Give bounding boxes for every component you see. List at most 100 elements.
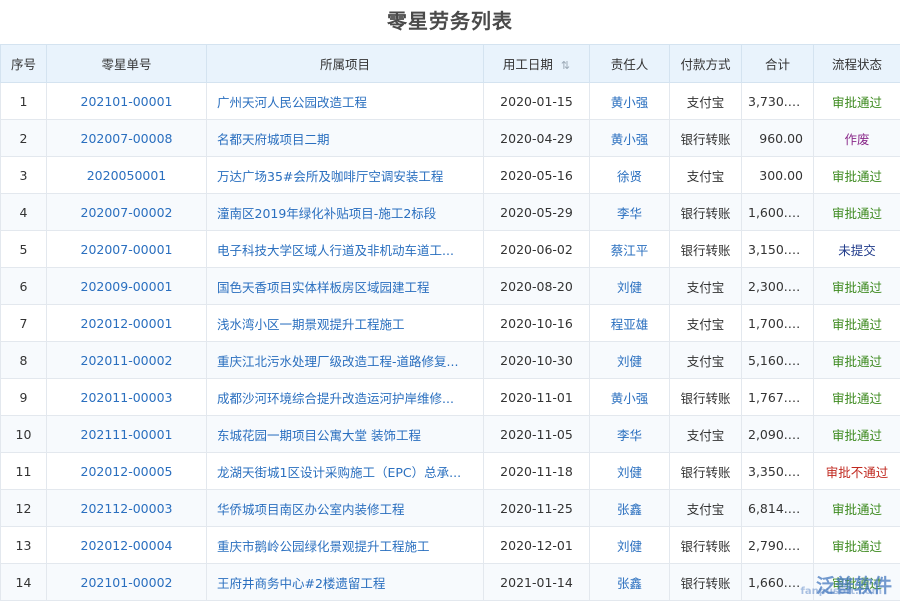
col-header-pay[interactable]: 付款方式 (670, 45, 742, 83)
cell-total: 300.00 (742, 157, 814, 194)
cell-project-link[interactable]: 浅水湾小区一期景观提升工程施工 (207, 305, 484, 342)
col-header-person[interactable]: 责任人 (590, 45, 670, 83)
col-header-date-label: 用工日期 (503, 57, 553, 72)
cell-pay: 银行转账 (670, 527, 742, 564)
cell-no: 13 (1, 527, 47, 564)
cell-status: 审批不通过 (814, 453, 900, 490)
cell-person[interactable]: 张鑫 (590, 564, 670, 601)
cell-code-link[interactable]: 202012-00001 (47, 305, 207, 342)
table-row[interactable]: 8202011-00002重庆江北污水处理厂级改造工程-道路修复...2020-… (1, 342, 900, 379)
cell-code-link[interactable]: 202101-00001 (47, 83, 207, 120)
cell-date: 2020-10-16 (484, 305, 590, 342)
table-body: 1202101-00001广州天河人民公园改造工程2020-01-15黄小强支付… (1, 83, 900, 601)
cell-project-link[interactable]: 华侨城项目南区办公室内装修工程 (207, 490, 484, 527)
cell-code-link[interactable]: 202012-00005 (47, 453, 207, 490)
cell-code-link[interactable]: 202009-00001 (47, 268, 207, 305)
cell-total: 3,730.00 (742, 83, 814, 120)
table-row[interactable]: 4202007-00002潼南区2019年绿化补贴项目-施工2标段2020-05… (1, 194, 900, 231)
cell-code-link[interactable]: 202012-00004 (47, 527, 207, 564)
cell-code-link[interactable]: 202011-00002 (47, 342, 207, 379)
cell-no: 7 (1, 305, 47, 342)
cell-project-link[interactable]: 国色天香项目实体样板房区域园建工程 (207, 268, 484, 305)
cell-code-link[interactable]: 2020050001 (47, 157, 207, 194)
table-row[interactable]: 6202009-00001国色天香项目实体样板房区域园建工程2020-08-20… (1, 268, 900, 305)
cell-date: 2020-05-16 (484, 157, 590, 194)
cell-project-link[interactable]: 万达广场35#会所及咖啡厅空调安装工程 (207, 157, 484, 194)
cell-code-link[interactable]: 202011-00003 (47, 379, 207, 416)
cell-project-link[interactable]: 重庆市鹅岭公园绿化景观提升工程施工 (207, 527, 484, 564)
col-header-status[interactable]: 流程状态 (814, 45, 900, 83)
table-row[interactable]: 7202012-00001浅水湾小区一期景观提升工程施工2020-10-16程亚… (1, 305, 900, 342)
page-title: 零星劳务列表 (0, 0, 900, 44)
sort-icon[interactable]: ⇅ (561, 59, 570, 72)
cell-pay: 银行转账 (670, 194, 742, 231)
cell-pay: 银行转账 (670, 453, 742, 490)
cell-date: 2020-11-01 (484, 379, 590, 416)
cell-project-link[interactable]: 龙湖天街城1区设计采购施工（EPC）总承... (207, 453, 484, 490)
cell-project-link[interactable]: 东城花园一期项目公寓大堂 装饰工程 (207, 416, 484, 453)
cell-pay: 支付宝 (670, 157, 742, 194)
cell-person[interactable]: 程亚雄 (590, 305, 670, 342)
table-row[interactable]: 5202007-00001电子科技大学区域人行道及非机动车道工...2020-0… (1, 231, 900, 268)
col-header-date[interactable]: 用工日期 ⇅ (484, 45, 590, 83)
cell-date: 2020-06-02 (484, 231, 590, 268)
cell-code-link[interactable]: 202007-00008 (47, 120, 207, 157)
cell-date: 2020-11-25 (484, 490, 590, 527)
cell-status: 审批通过 (814, 83, 900, 120)
table-row[interactable]: 1202101-00001广州天河人民公园改造工程2020-01-15黄小强支付… (1, 83, 900, 120)
cell-date: 2020-01-15 (484, 83, 590, 120)
cell-code-link[interactable]: 202007-00002 (47, 194, 207, 231)
cell-person[interactable]: 刘健 (590, 342, 670, 379)
cell-code-link[interactable]: 202112-00003 (47, 490, 207, 527)
cell-person[interactable]: 黄小强 (590, 120, 670, 157)
cell-person[interactable]: 黄小强 (590, 379, 670, 416)
cell-no: 6 (1, 268, 47, 305)
cell-project-link[interactable]: 潼南区2019年绿化补贴项目-施工2标段 (207, 194, 484, 231)
col-header-no[interactable]: 序号 (1, 45, 47, 83)
col-header-project[interactable]: 所属项目 (207, 45, 484, 83)
col-header-code[interactable]: 零星单号 (47, 45, 207, 83)
cell-date: 2021-01-14 (484, 564, 590, 601)
cell-total: 1,600.00 (742, 194, 814, 231)
cell-pay: 支付宝 (670, 268, 742, 305)
table-row[interactable]: 12202112-00003华侨城项目南区办公室内装修工程2020-11-25张… (1, 490, 900, 527)
cell-total: 5,160.00 (742, 342, 814, 379)
cell-no: 8 (1, 342, 47, 379)
cell-project-link[interactable]: 重庆江北污水处理厂级改造工程-道路修复... (207, 342, 484, 379)
cell-person[interactable]: 徐贤 (590, 157, 670, 194)
table-row[interactable]: 2202007-00008名都天府城项目二期2020-04-29黄小强银行转账9… (1, 120, 900, 157)
table-row[interactable]: 10202111-00001东城花园一期项目公寓大堂 装饰工程2020-11-0… (1, 416, 900, 453)
table-row[interactable]: 9202011-00003成都沙河环境综合提升改造运河护岸维修...2020-1… (1, 379, 900, 416)
col-header-total[interactable]: 合计 (742, 45, 814, 83)
cell-project-link[interactable]: 成都沙河环境综合提升改造运河护岸维修... (207, 379, 484, 416)
cell-person[interactable]: 刘健 (590, 453, 670, 490)
cell-status: 审批通过 (814, 342, 900, 379)
cell-person[interactable]: 刘健 (590, 268, 670, 305)
cell-code-link[interactable]: 202007-00001 (47, 231, 207, 268)
table-header-row: 序号 零星单号 所属项目 用工日期 ⇅ 责任人 付款方式 合计 流程状态 (1, 45, 900, 83)
cell-pay: 支付宝 (670, 490, 742, 527)
cell-code-link[interactable]: 202101-00002 (47, 564, 207, 601)
table-row[interactable]: 13202012-00004重庆市鹅岭公园绿化景观提升工程施工2020-12-0… (1, 527, 900, 564)
cell-person[interactable]: 李华 (590, 416, 670, 453)
cell-project-link[interactable]: 电子科技大学区域人行道及非机动车道工... (207, 231, 484, 268)
table-row[interactable]: 32020050001万达广场35#会所及咖啡厅空调安装工程2020-05-16… (1, 157, 900, 194)
cell-project-link[interactable]: 广州天河人民公园改造工程 (207, 83, 484, 120)
cell-person[interactable]: 蔡江平 (590, 231, 670, 268)
cell-status: 审批通过 (814, 379, 900, 416)
cell-person[interactable]: 黄小强 (590, 83, 670, 120)
cell-person[interactable]: 刘健 (590, 527, 670, 564)
cell-status: 审批通过 (814, 564, 900, 601)
cell-total: 2,300.00 (742, 268, 814, 305)
cell-code-link[interactable]: 202111-00001 (47, 416, 207, 453)
table-row[interactable]: 11202012-00005龙湖天街城1区设计采购施工（EPC）总承...202… (1, 453, 900, 490)
cell-project-link[interactable]: 王府井商务中心#2楼遗留工程 (207, 564, 484, 601)
cell-date: 2020-11-05 (484, 416, 590, 453)
cell-no: 3 (1, 157, 47, 194)
cell-person[interactable]: 李华 (590, 194, 670, 231)
table-row[interactable]: 14202101-00002王府井商务中心#2楼遗留工程2021-01-14张鑫… (1, 564, 900, 601)
cell-pay: 支付宝 (670, 83, 742, 120)
cell-status: 审批通过 (814, 416, 900, 453)
cell-person[interactable]: 张鑫 (590, 490, 670, 527)
cell-project-link[interactable]: 名都天府城项目二期 (207, 120, 484, 157)
